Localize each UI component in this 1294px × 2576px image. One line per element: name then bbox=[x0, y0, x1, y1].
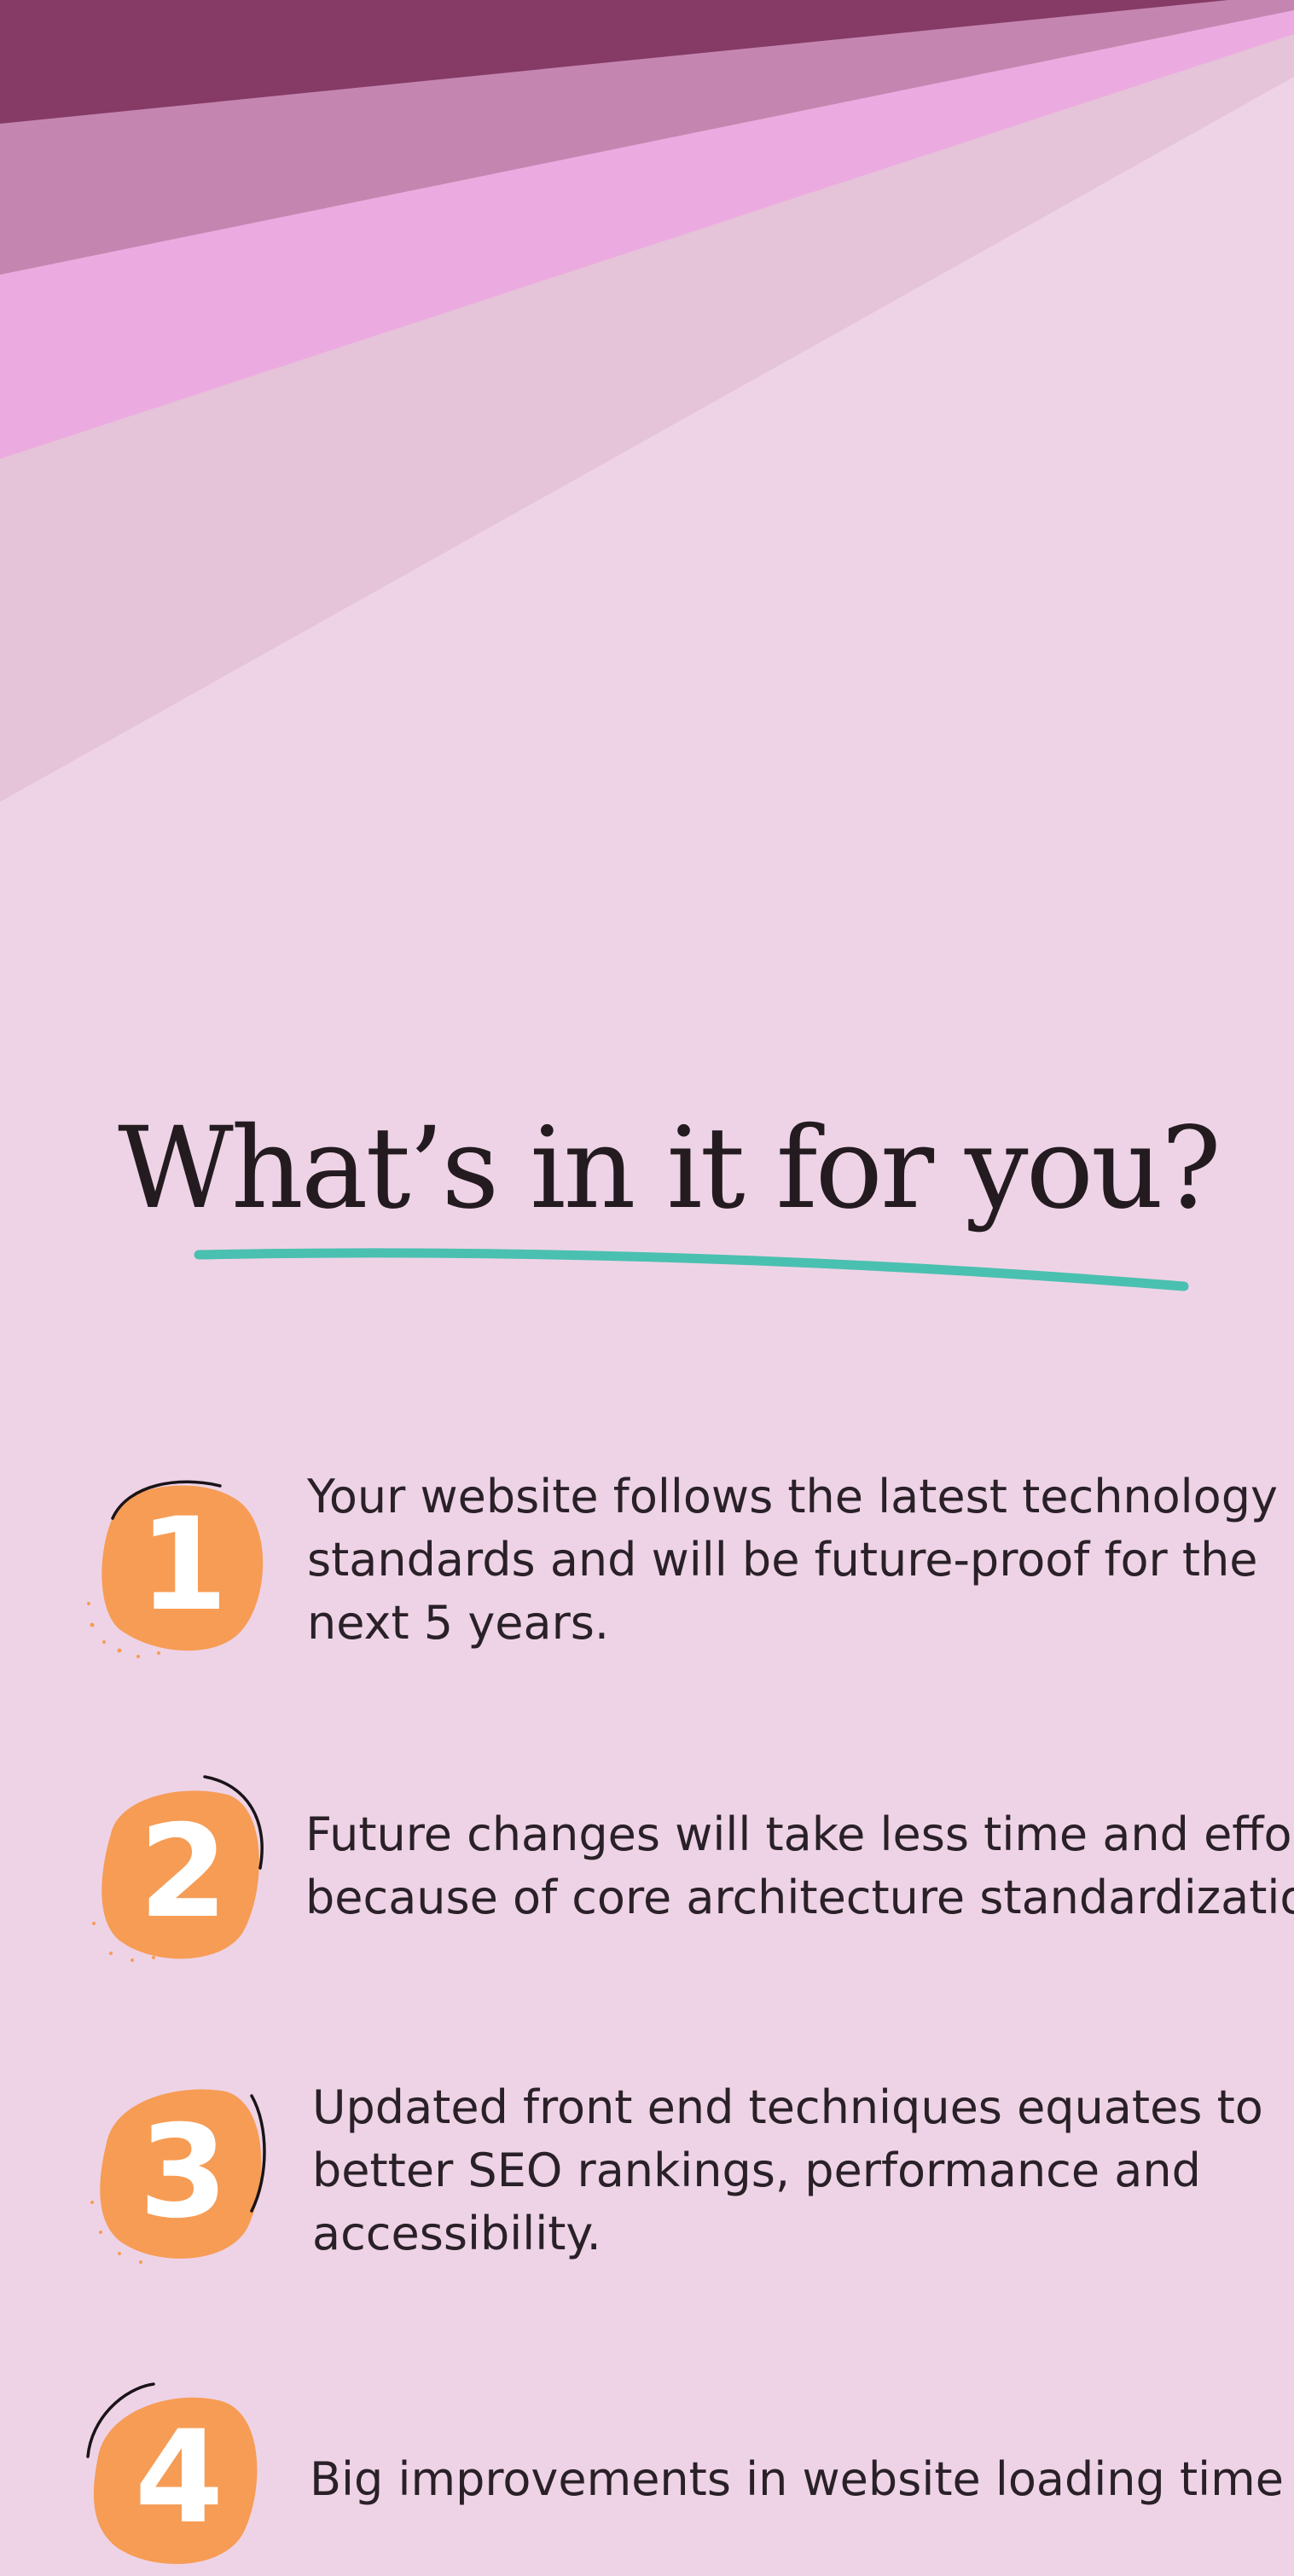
badge-number: 1 bbox=[138, 1491, 229, 1639]
badge-number: 2 bbox=[138, 1798, 229, 1947]
item-text: Updated front end techniques equates to … bbox=[312, 2080, 1263, 2260]
item-text: Big improvements in website loading time bbox=[310, 2452, 1284, 2506]
badge-2: 2 bbox=[85, 1774, 281, 1970]
badge-1: 1 bbox=[85, 1467, 281, 1663]
item-text: Your website follows the latest technolo… bbox=[307, 1470, 1278, 1650]
badge-number: 3 bbox=[138, 2098, 229, 2247]
item-text: Future changes will take less time and e… bbox=[305, 1807, 1294, 1924]
title-underline bbox=[194, 1248, 1189, 1291]
page-title: What’s in it for you? bbox=[118, 1103, 1221, 1234]
badge-4: 4 bbox=[81, 2380, 277, 2576]
badge-number: 4 bbox=[134, 2404, 224, 2552]
badge-3: 3 bbox=[85, 2074, 281, 2271]
